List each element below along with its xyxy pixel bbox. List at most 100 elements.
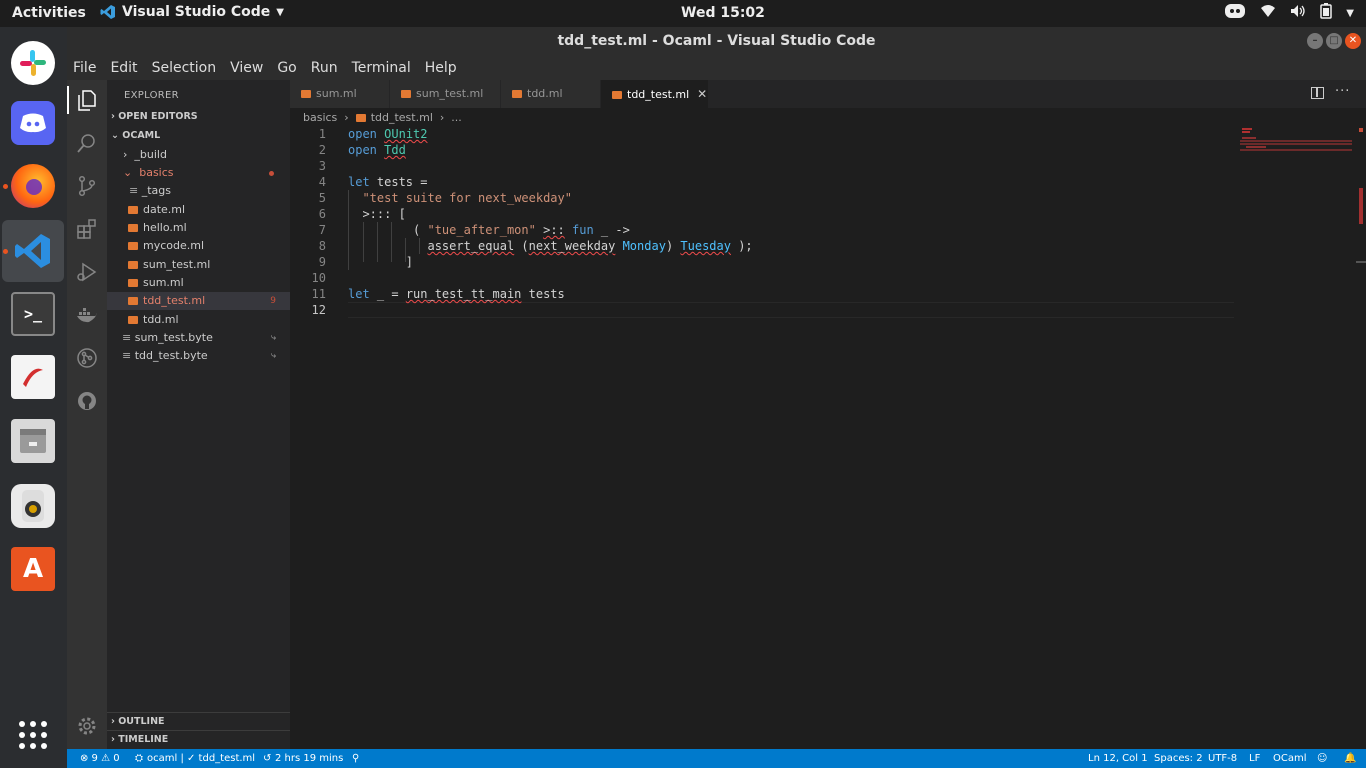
time-tracker[interactable]: 2 hrs 19 mins xyxy=(275,749,343,768)
editor-scrollbar[interactable] xyxy=(1356,128,1366,749)
menu-run[interactable]: Run xyxy=(311,60,338,76)
folder-item-basics[interactable]: ⌄ basics xyxy=(107,164,290,182)
problems-indicator[interactable]: ⊗ 9 ⚠ 0 xyxy=(80,749,120,768)
live-share-icon[interactable]: ⚲ xyxy=(352,749,359,768)
file-item-hello-ml[interactable]: hello.ml xyxy=(107,219,290,237)
vscode-small-icon xyxy=(100,5,115,19)
cursor-position[interactable]: Ln 12, Col 1 xyxy=(1088,749,1148,768)
running-indicator xyxy=(3,184,8,189)
tree-item-label: _tags xyxy=(141,184,171,197)
file-item-tdd-ml[interactable]: tdd.ml xyxy=(107,311,290,329)
indentation[interactable]: Spaces: 2 xyxy=(1154,749,1203,768)
encoding[interactable]: UTF-8 xyxy=(1208,749,1237,768)
minimize-button[interactable]: – xyxy=(1307,33,1323,49)
open-editors-section[interactable]: › OPEN EDITORS xyxy=(107,108,290,126)
docker-icon[interactable] xyxy=(76,304,98,326)
menu-file[interactable]: File xyxy=(73,60,96,76)
maximize-button[interactable]: □ xyxy=(1326,33,1342,49)
run-debug-icon[interactable] xyxy=(76,261,98,283)
breadcrumb-symbols[interactable]: ... xyxy=(451,111,462,124)
software-center-icon[interactable]: A xyxy=(11,547,55,591)
file-item-tdd-test-ml[interactable]: tdd_test.ml 9 xyxy=(107,292,290,310)
github-icon[interactable] xyxy=(76,390,98,412)
volume-icon[interactable] xyxy=(1290,4,1306,22)
git-graph-icon[interactable] xyxy=(76,347,98,369)
close-window-button[interactable]: ✕ xyxy=(1345,33,1361,49)
file-item-tags[interactable]: ≡ _tags xyxy=(107,182,290,200)
menu-bar: File Edit Selection View Go Run Terminal… xyxy=(67,55,1366,80)
tab-sum-ml[interactable]: sum.ml xyxy=(290,80,390,108)
tree-item-label: sum.ml xyxy=(143,276,184,289)
battery-icon[interactable] xyxy=(1320,3,1333,23)
folder-item-build[interactable]: › _build xyxy=(107,146,290,164)
window-titlebar[interactable]: tdd_test.ml - Ocaml - Visual Studio Code… xyxy=(67,27,1366,55)
app-menu[interactable]: Visual Studio Code ▼ xyxy=(100,4,284,20)
extensions-icon[interactable] xyxy=(76,218,98,240)
discord-tray-icon[interactable] xyxy=(1224,3,1246,23)
document-viewer-icon[interactable] xyxy=(11,355,55,399)
language-mode[interactable]: OCaml xyxy=(1273,749,1307,768)
explorer-icon[interactable] xyxy=(76,89,98,111)
menu-go[interactable]: Go xyxy=(277,60,296,76)
breadcrumb-file[interactable]: tdd_test.ml xyxy=(371,111,433,124)
wifi-icon[interactable] xyxy=(1260,4,1276,22)
menu-help[interactable]: Help xyxy=(425,60,457,76)
slack-icon[interactable] xyxy=(11,41,55,85)
minimap-line xyxy=(1242,131,1250,133)
code-editor[interactable]: 1 2 3 4 5 6 7 8 9 10 11 12 open OUnit2 o… xyxy=(290,127,1366,749)
show-applications-icon[interactable] xyxy=(11,713,55,757)
menu-terminal[interactable]: Terminal xyxy=(352,60,411,76)
end-of-line[interactable]: LF xyxy=(1249,749,1260,768)
breadcrumb-folder[interactable]: basics xyxy=(303,111,337,124)
minimap[interactable] xyxy=(1240,128,1356,158)
code-line-8: assert_equal (next_weekday Monday) Tuesd… xyxy=(427,239,753,253)
file-item-sum-test-ml[interactable]: sum_test.ml xyxy=(107,256,290,274)
app-menu-label: Visual Studio Code xyxy=(122,4,271,20)
workspace-section[interactable]: ⌄ OCAML xyxy=(107,127,290,145)
clock[interactable]: Wed 15:02 xyxy=(681,5,765,21)
tab-tdd-ml[interactable]: tdd.ml xyxy=(501,80,601,108)
symlink-icon: ⤷ xyxy=(270,351,276,361)
firefox-icon[interactable] xyxy=(11,164,55,208)
more-actions-icon[interactable]: ··· xyxy=(1335,84,1350,99)
menu-view[interactable]: View xyxy=(230,60,263,76)
problem-count-badge: 9 xyxy=(270,296,276,306)
line-number: 1 xyxy=(318,127,326,141)
minimap-line xyxy=(1242,128,1252,130)
tab-sum-test-ml[interactable]: sum_test.ml xyxy=(390,80,501,108)
outline-section[interactable]: › OUTLINE xyxy=(107,712,290,730)
vscode-icon[interactable] xyxy=(11,229,55,273)
menu-selection[interactable]: Selection xyxy=(152,60,217,76)
settings-gear-icon[interactable] xyxy=(76,715,98,737)
split-editor-icon[interactable] xyxy=(1311,87,1324,99)
workspace-indicator[interactable]: ocaml | ✓ tdd_test.ml xyxy=(147,749,255,768)
file-item-mycode-ml[interactable]: mycode.ml xyxy=(107,237,290,255)
timeline-section[interactable]: › TIMELINE xyxy=(107,730,290,748)
activities-button[interactable]: Activities xyxy=(12,5,86,21)
system-tray[interactable]: ▼ xyxy=(1224,3,1354,23)
line-number: 7 xyxy=(318,223,326,237)
music-player-icon[interactable] xyxy=(11,484,55,528)
search-icon[interactable] xyxy=(76,132,98,154)
notifications-bell-icon[interactable]: 🔔 xyxy=(1344,749,1356,768)
tree-item-label: tdd_test.ml xyxy=(143,294,206,307)
system-menu-chevron-icon[interactable]: ▼ xyxy=(1346,8,1354,19)
file-item-sum-test-byte[interactable]: ≡ sum_test.byte ⤷ xyxy=(107,329,290,347)
ocaml-file-icon xyxy=(128,279,138,287)
file-manager-icon[interactable] xyxy=(11,419,55,463)
feedback-icon[interactable]: ☺ xyxy=(1317,749,1327,768)
menu-edit[interactable]: Edit xyxy=(110,60,137,76)
tree-item-label: tdd.ml xyxy=(143,313,179,326)
code-line-1: open OUnit2 xyxy=(348,127,428,141)
file-item-sum-ml[interactable]: sum.ml xyxy=(107,274,290,292)
minimap-line xyxy=(1246,146,1266,148)
discord-icon[interactable] xyxy=(11,101,55,145)
file-item-tdd-test-byte[interactable]: ≡ tdd_test.byte ⤷ xyxy=(107,347,290,365)
close-tab-icon[interactable]: ✕ xyxy=(697,87,707,101)
code-line-9: ] xyxy=(348,255,414,269)
file-item-date-ml[interactable]: date.ml xyxy=(107,201,290,219)
source-control-icon[interactable] xyxy=(76,175,98,197)
tab-tdd-test-ml[interactable]: tdd_test.ml ✕ xyxy=(601,80,709,108)
terminal-icon[interactable]: >_ xyxy=(11,292,55,336)
minimap-line xyxy=(1240,143,1352,145)
